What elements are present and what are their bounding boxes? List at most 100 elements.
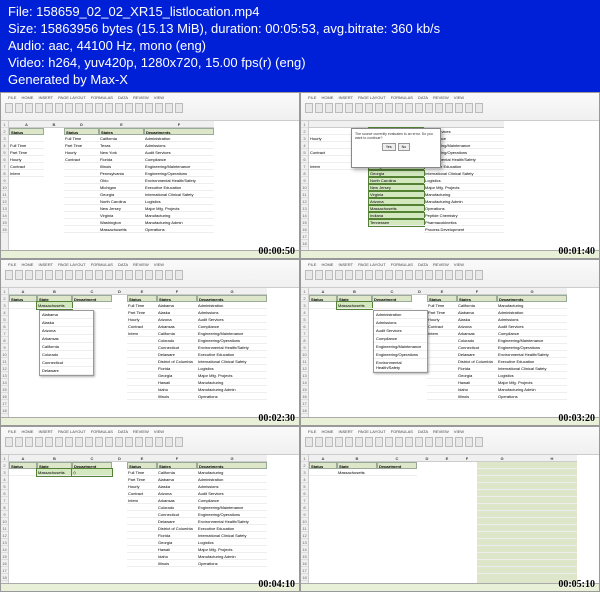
ribbon-button[interactable] — [15, 437, 23, 447]
cell[interactable]: Audit Services — [197, 316, 267, 323]
cell[interactable]: Arkansas — [157, 497, 197, 504]
cell[interactable] — [477, 553, 527, 560]
row-label[interactable]: 3 — [1, 302, 8, 309]
cell[interactable]: Idaho — [157, 386, 197, 393]
cell[interactable]: Admissions — [197, 309, 267, 316]
row-label[interactable]: 11 — [1, 525, 8, 532]
cell[interactable]: International Clinical Safety — [497, 365, 567, 372]
cell[interactable]: Major Mfg. Projects — [197, 546, 267, 553]
cell[interactable]: Executive Education — [197, 525, 267, 532]
ribbon-button[interactable] — [135, 270, 143, 280]
ribbon-tab[interactable]: VIEW — [153, 429, 165, 434]
cell[interactable]: Admissions — [497, 316, 567, 323]
ribbon-tab[interactable]: FORMULAS — [390, 95, 414, 100]
dropdown-item[interactable]: Connecticut — [40, 359, 93, 367]
cell[interactable]: Arizona — [157, 316, 197, 323]
cell[interactable]: Major Mfg. Projects — [144, 205, 214, 212]
ribbon-button[interactable] — [145, 270, 153, 280]
ribbon-button[interactable] — [305, 270, 313, 280]
ribbon-button[interactable] — [35, 437, 43, 447]
cell[interactable] — [477, 567, 527, 574]
ribbon-tab[interactable]: REVIEW — [432, 429, 450, 434]
cell[interactable]: Full Time — [64, 135, 99, 142]
ribbon-tab[interactable]: FILE — [7, 95, 17, 100]
ribbon-tab[interactable]: FORMULAS — [390, 262, 414, 267]
cell[interactable] — [64, 219, 99, 226]
cell[interactable]: Georgia — [157, 539, 197, 546]
cell[interactable]: Manufacturing — [497, 302, 567, 309]
ribbon-button[interactable] — [125, 270, 133, 280]
ribbon-button[interactable] — [415, 270, 423, 280]
ribbon-button[interactable] — [115, 103, 123, 113]
cell[interactable]: North Carolina — [99, 198, 144, 205]
ribbon-button[interactable] — [425, 270, 433, 280]
ribbon-tab[interactable]: DATA — [117, 262, 129, 267]
cell[interactable] — [127, 386, 157, 393]
cell[interactable] — [527, 476, 577, 483]
ribbon-button[interactable] — [455, 103, 463, 113]
cell[interactable]: District of Columbia — [457, 358, 497, 365]
ribbon-button[interactable] — [15, 103, 23, 113]
row-label[interactable]: 7 — [1, 330, 8, 337]
ribbon-tab[interactable]: INSERT — [37, 262, 54, 267]
ribbon-tab[interactable]: FILE — [7, 262, 17, 267]
ribbon-button[interactable] — [365, 103, 373, 113]
row-label[interactable]: 4 — [1, 309, 8, 316]
row-label[interactable]: 10 — [301, 351, 308, 358]
row-label[interactable]: 10 — [301, 518, 308, 525]
cell[interactable]: Manufacturing — [197, 379, 267, 386]
ribbon-tab[interactable]: REVIEW — [132, 262, 150, 267]
cell[interactable]: Logistics — [144, 198, 214, 205]
cell[interactable]: Alaska — [157, 309, 197, 316]
ribbon-tab[interactable]: REVIEW — [432, 262, 450, 267]
ribbon-button[interactable] — [455, 270, 463, 280]
ribbon-button[interactable] — [125, 103, 133, 113]
row-label[interactable]: 13 — [1, 539, 8, 546]
dialog-button[interactable]: No — [398, 143, 410, 151]
cell[interactable]: Contract — [127, 323, 157, 330]
ribbon-tab[interactable]: VIEW — [153, 262, 165, 267]
cell[interactable]: Process Development — [424, 226, 504, 233]
dialog-button[interactable]: Yes — [382, 143, 396, 151]
cell[interactable]: Environmental Health/Safety — [197, 344, 267, 351]
cell[interactable] — [477, 497, 527, 504]
ribbon-tab[interactable]: PAGE LAYOUT — [57, 262, 87, 267]
cell[interactable]: Audit Services — [197, 490, 267, 497]
ribbon-button[interactable] — [75, 103, 83, 113]
row-label[interactable]: 16 — [301, 560, 308, 567]
ribbon-tab[interactable]: PAGE LAYOUT — [357, 95, 387, 100]
row-label[interactable]: 16 — [1, 560, 8, 567]
row-label[interactable]: 18 — [1, 574, 8, 581]
cell[interactable] — [127, 344, 157, 351]
cell[interactable]: Pennsylvania — [99, 170, 144, 177]
cell[interactable]: Part Time — [427, 309, 457, 316]
cell[interactable]: Engineering/Maintenance — [497, 337, 567, 344]
cell[interactable] — [527, 511, 577, 518]
row-label[interactable]: 8 — [1, 337, 8, 344]
cell[interactable]: Admissions — [144, 142, 214, 149]
ribbon-tab[interactable]: HOME — [20, 95, 34, 100]
ribbon-button[interactable] — [435, 437, 443, 447]
ribbon-button[interactable] — [65, 103, 73, 113]
cell[interactable]: Audit Services — [497, 323, 567, 330]
cell[interactable] — [64, 163, 99, 170]
cell[interactable]: Ohio — [99, 177, 144, 184]
cell[interactable]: Logistics — [197, 539, 267, 546]
row-label[interactable]: 4 — [301, 142, 308, 149]
cell[interactable]: Major Mfg. Projects — [497, 379, 567, 386]
ribbon-button[interactable] — [315, 270, 323, 280]
ribbon-button[interactable] — [395, 270, 403, 280]
ribbon-button[interactable] — [465, 270, 473, 280]
cell[interactable]: Indiana — [369, 212, 424, 219]
cell[interactable] — [127, 518, 157, 525]
dropdown-item[interactable]: Alabama — [40, 311, 93, 319]
cell[interactable]: Arizona — [157, 490, 197, 497]
cell[interactable]: Colorado — [457, 337, 497, 344]
ribbon-button[interactable] — [445, 270, 453, 280]
ribbon-tab[interactable]: HOME — [20, 429, 34, 434]
row-label[interactable]: 3 — [1, 469, 8, 476]
ribbon-button[interactable] — [145, 437, 153, 447]
ribbon-tab[interactable]: FORMULAS — [90, 95, 114, 100]
cell[interactable]: Part Time — [127, 309, 157, 316]
ribbon-button[interactable] — [405, 270, 413, 280]
